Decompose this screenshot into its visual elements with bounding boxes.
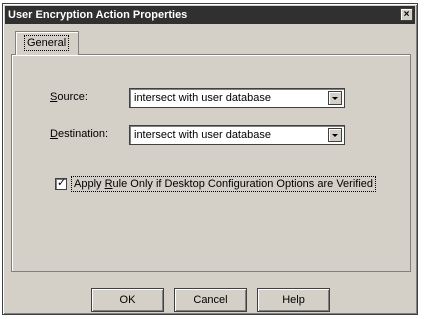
close-icon: × [403,9,410,20]
chevron-down-icon[interactable] [328,128,342,142]
destination-label: Destination: [50,128,109,140]
destination-select-value: intersect with user database [134,129,271,141]
source-select-value: intersect with user database [134,92,271,104]
chevron-down-icon[interactable] [328,91,342,105]
tab-general-label: General [24,35,70,51]
window-title: User Encryption Action Properties [8,9,188,21]
close-button[interactable]: × [400,8,413,21]
check-icon: ✓ [57,177,67,189]
verify-config-label[interactable]: Apply Rule Only if Desktop Configuration… [71,176,377,192]
properties-dialog: User Encryption Action Properties × Gene… [2,3,418,315]
source-select[interactable]: intersect with user database [129,88,345,108]
tab-general[interactable]: General [15,31,79,55]
help-button[interactable]: Help [257,288,330,312]
general-panel [11,54,411,272]
source-label: Source: [50,91,88,103]
title-bar: User Encryption Action Properties × [5,6,415,24]
verify-config-checkbox[interactable]: ✓ [55,177,67,190]
ok-button[interactable]: OK [91,288,164,312]
destination-select[interactable]: intersect with user database [129,125,345,145]
cancel-button[interactable]: Cancel [174,288,247,312]
